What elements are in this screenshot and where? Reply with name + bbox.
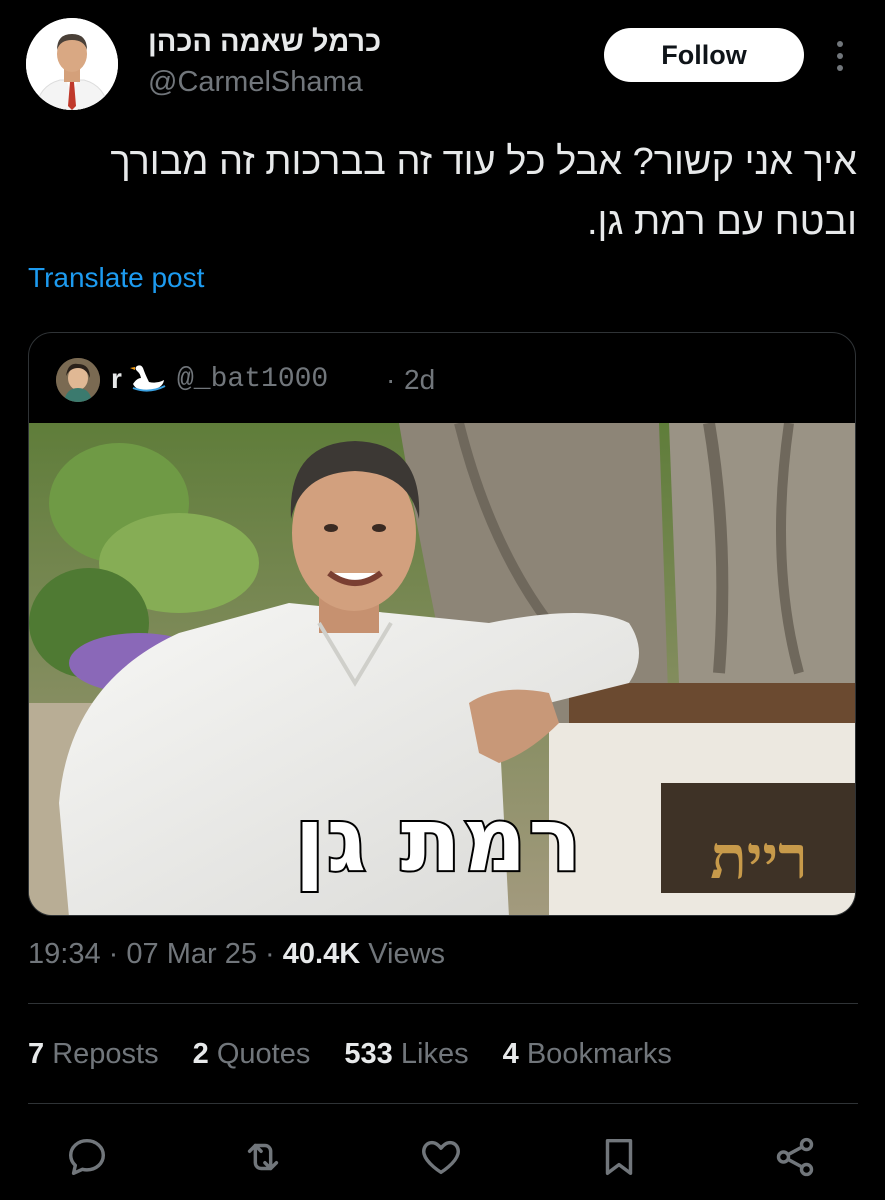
likes-stat[interactable]: 533 Likes xyxy=(344,1038,468,1070)
post-text: איך אני קשור? אבל כל עוד זה בברכות זה מב… xyxy=(37,132,857,252)
meta-separator: · xyxy=(265,938,275,970)
quotes-label: Quotes xyxy=(216,1038,311,1070)
translate-post-link[interactable]: Translate post xyxy=(28,262,204,294)
author-display-name[interactable]: כרמל שאמה הכהן xyxy=(148,26,381,59)
post-date[interactable]: 07 Mar 25 xyxy=(126,938,257,970)
quoted-author-name: r xyxy=(111,363,122,394)
post-time[interactable]: 19:34 xyxy=(28,938,101,970)
post-meta: 19:34 · 07 Mar 25 · 40.4K Views xyxy=(28,938,445,971)
author-handle[interactable]: @CarmelShama xyxy=(148,66,363,99)
sign-text: ריית xyxy=(710,823,808,893)
views-count: 40.4K xyxy=(282,938,361,970)
bookmarks-label: Bookmarks xyxy=(526,1038,672,1070)
quoted-post-time: 2d xyxy=(404,364,436,395)
repost-icon[interactable] xyxy=(240,1134,290,1184)
author-avatar[interactable] xyxy=(26,18,118,110)
likes-label: Likes xyxy=(400,1038,469,1070)
bookmark-icon[interactable] xyxy=(596,1134,646,1184)
meme-caption: רמת גן כרים xyxy=(293,786,584,915)
quoted-post-card[interactable]: r @_bat1000 · 2d ריית רמת גן xyxy=(28,332,856,916)
share-icon[interactable] xyxy=(772,1134,822,1184)
quoted-separator: · xyxy=(386,364,396,395)
bookmarks-stat[interactable]: 4 Bookmarks xyxy=(503,1038,672,1070)
like-icon[interactable] xyxy=(418,1134,468,1184)
post-text-line-1: איך אני קשור? אבל כל עוד זה בברכות זה מב… xyxy=(110,141,857,183)
divider xyxy=(28,1003,858,1004)
post-text-line-2: ובטח עם רמת גן. xyxy=(586,201,857,243)
views-label: Views xyxy=(368,938,446,970)
divider xyxy=(28,1103,858,1104)
bookmarks-count: 4 xyxy=(502,1038,519,1070)
quoted-author-avatar xyxy=(56,358,100,402)
reposts-label: Reposts xyxy=(52,1038,159,1070)
post-stats: 7 Reposts 2 Quotes 533 Likes 4 Bookmarks xyxy=(28,1038,698,1071)
quotes-count: 2 xyxy=(192,1038,209,1070)
likes-count: 533 xyxy=(344,1038,393,1070)
more-options-icon[interactable] xyxy=(830,38,850,74)
quoted-author-handle: @_bat1000 xyxy=(177,364,329,395)
reposts-stat[interactable]: 7 Reposts xyxy=(28,1038,159,1070)
swan-emoji-icon xyxy=(129,364,167,392)
reply-icon[interactable] xyxy=(64,1134,114,1184)
meta-separator: · xyxy=(108,938,119,970)
quotes-stat[interactable]: 2 Quotes xyxy=(193,1038,311,1070)
follow-button[interactable]: Follow xyxy=(604,28,804,82)
reposts-count: 7 xyxy=(28,1038,45,1070)
